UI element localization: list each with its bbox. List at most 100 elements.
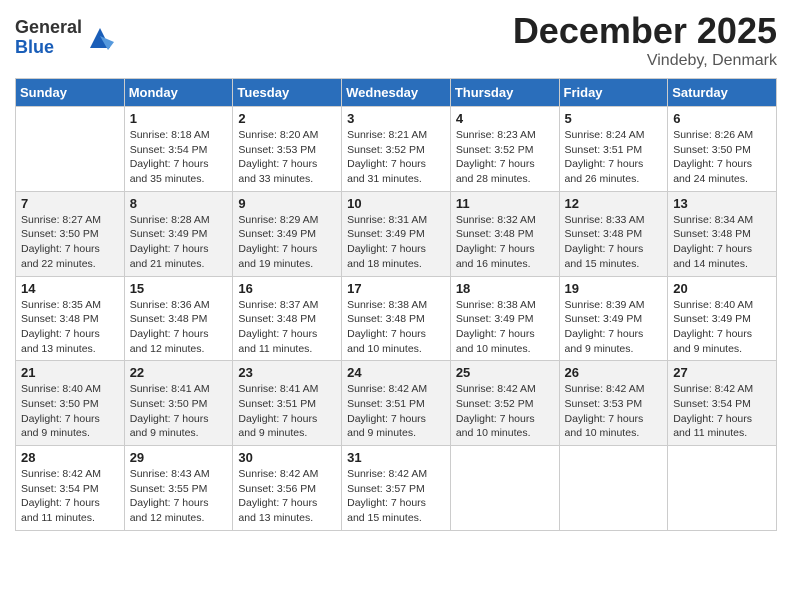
day-info: Sunrise: 8:36 AM Sunset: 3:48 PM Dayligh…	[130, 298, 228, 357]
month-title: December 2025	[513, 10, 777, 52]
calendar-cell: 12 Sunrise: 8:33 AM Sunset: 3:48 PM Dayli…	[559, 191, 668, 276]
calendar-cell: 28Sunrise: 8:42 AM Sunset: 3:54 PM Dayli…	[16, 446, 125, 531]
day-info: Sunrise: 8:42 AM Sunset: 3:56 PM Dayligh…	[238, 467, 336, 526]
day-info: Sunrise: 8:34 AM Sunset: 3:48 PM Dayligh…	[673, 213, 771, 272]
day-number: 23	[238, 365, 336, 380]
day-number: 15	[130, 281, 228, 296]
logo-blue-text: Blue	[15, 38, 82, 58]
header-cell-monday: Monday	[124, 79, 233, 107]
day-number: 18	[456, 281, 554, 296]
day-info: Sunrise: 8:33 AM Sunset: 3:48 PM Dayligh…	[565, 213, 663, 272]
calendar-cell: 1Sunrise: 8:18 AM Sunset: 3:54 PM Daylig…	[124, 107, 233, 192]
calendar-week-3: 14Sunrise: 8:35 AM Sunset: 3:48 PM Dayli…	[16, 276, 777, 361]
calendar-cell: 9 Sunrise: 8:29 AM Sunset: 3:49 PM Daylig…	[233, 191, 342, 276]
day-number: 31	[347, 450, 445, 465]
day-info: Sunrise: 8:39 AM Sunset: 3:49 PM Dayligh…	[565, 298, 663, 357]
day-number: 26	[565, 365, 663, 380]
day-info: Sunrise: 8:42 AM Sunset: 3:53 PM Dayligh…	[565, 382, 663, 441]
calendar-cell: 15 Sunrise: 8:36 AM Sunset: 3:48 PM Dayli…	[124, 276, 233, 361]
day-number: 7	[21, 196, 119, 211]
header: General Blue December 2025 Vindeby, Denm…	[15, 10, 777, 70]
calendar-cell: 25 Sunrise: 8:42 AM Sunset: 3:52 PM Dayli…	[450, 361, 559, 446]
day-info: Sunrise: 8:38 AM Sunset: 3:48 PM Dayligh…	[347, 298, 445, 357]
header-cell-sunday: Sunday	[16, 79, 125, 107]
day-info: Sunrise: 8:42 AM Sunset: 3:52 PM Dayligh…	[456, 382, 554, 441]
calendar-cell: 17 Sunrise: 8:38 AM Sunset: 3:48 PM Dayli…	[342, 276, 451, 361]
day-info: Sunrise: 8:18 AM Sunset: 3:54 PM Dayligh…	[130, 128, 228, 187]
day-number: 16	[238, 281, 336, 296]
day-number: 20	[673, 281, 771, 296]
day-number: 6	[673, 111, 771, 126]
calendar-cell: 4 Sunrise: 8:23 AM Sunset: 3:52 PM Daylig…	[450, 107, 559, 192]
calendar-cell: 23 Sunrise: 8:41 AM Sunset: 3:51 PM Dayli…	[233, 361, 342, 446]
calendar-week-2: 7 Sunrise: 8:27 AM Sunset: 3:50 PM Daylig…	[16, 191, 777, 276]
calendar-cell: 31 Sunrise: 8:42 AM Sunset: 3:57 PM Dayli…	[342, 446, 451, 531]
calendar-cell: 11 Sunrise: 8:32 AM Sunset: 3:48 PM Dayli…	[450, 191, 559, 276]
day-info: Sunrise: 8:29 AM Sunset: 3:49 PM Dayligh…	[238, 213, 336, 272]
day-number: 21	[21, 365, 119, 380]
location-subtitle: Vindeby, Denmark	[513, 52, 777, 70]
day-info: Sunrise: 8:42 AM Sunset: 3:51 PM Dayligh…	[347, 382, 445, 441]
day-number: 10	[347, 196, 445, 211]
day-info: Sunrise: 8:24 AM Sunset: 3:51 PM Dayligh…	[565, 128, 663, 187]
calendar-cell: 22 Sunrise: 8:41 AM Sunset: 3:50 PM Dayli…	[124, 361, 233, 446]
calendar-cell	[16, 107, 125, 192]
day-info: Sunrise: 8:40 AM Sunset: 3:50 PM Dayligh…	[21, 382, 119, 441]
day-info: Sunrise: 8:43 AM Sunset: 3:55 PM Dayligh…	[130, 467, 228, 526]
day-info: Sunrise: 8:41 AM Sunset: 3:51 PM Dayligh…	[238, 382, 336, 441]
header-cell-thursday: Thursday	[450, 79, 559, 107]
day-number: 12	[565, 196, 663, 211]
calendar-cell: 14Sunrise: 8:35 AM Sunset: 3:48 PM Dayli…	[16, 276, 125, 361]
day-number: 19	[565, 281, 663, 296]
day-info: Sunrise: 8:21 AM Sunset: 3:52 PM Dayligh…	[347, 128, 445, 187]
day-number: 5	[565, 111, 663, 126]
calendar-cell: 26 Sunrise: 8:42 AM Sunset: 3:53 PM Dayli…	[559, 361, 668, 446]
day-info: Sunrise: 8:41 AM Sunset: 3:50 PM Dayligh…	[130, 382, 228, 441]
calendar-week-1: 1Sunrise: 8:18 AM Sunset: 3:54 PM Daylig…	[16, 107, 777, 192]
day-number: 2	[238, 111, 336, 126]
calendar-cell: 27Sunrise: 8:42 AM Sunset: 3:54 PM Dayli…	[668, 361, 777, 446]
day-info: Sunrise: 8:31 AM Sunset: 3:49 PM Dayligh…	[347, 213, 445, 272]
logo-icon	[86, 24, 114, 52]
day-info: Sunrise: 8:37 AM Sunset: 3:48 PM Dayligh…	[238, 298, 336, 357]
day-number: 29	[130, 450, 228, 465]
day-number: 28	[21, 450, 119, 465]
calendar-cell: 18Sunrise: 8:38 AM Sunset: 3:49 PM Dayli…	[450, 276, 559, 361]
day-number: 17	[347, 281, 445, 296]
header-cell-friday: Friday	[559, 79, 668, 107]
calendar-cell: 19 Sunrise: 8:39 AM Sunset: 3:49 PM Dayli…	[559, 276, 668, 361]
calendar-cell: 29 Sunrise: 8:43 AM Sunset: 3:55 PM Dayli…	[124, 446, 233, 531]
day-number: 13	[673, 196, 771, 211]
header-cell-tuesday: Tuesday	[233, 79, 342, 107]
calendar-cell: 6Sunrise: 8:26 AM Sunset: 3:50 PM Daylig…	[668, 107, 777, 192]
day-number: 4	[456, 111, 554, 126]
day-info: Sunrise: 8:27 AM Sunset: 3:50 PM Dayligh…	[21, 213, 119, 272]
day-number: 25	[456, 365, 554, 380]
day-number: 30	[238, 450, 336, 465]
calendar-cell: 7 Sunrise: 8:27 AM Sunset: 3:50 PM Daylig…	[16, 191, 125, 276]
logo-general-text: General	[15, 18, 82, 38]
calendar-cell: 21 Sunrise: 8:40 AM Sunset: 3:50 PM Dayli…	[16, 361, 125, 446]
calendar-week-5: 28Sunrise: 8:42 AM Sunset: 3:54 PM Dayli…	[16, 446, 777, 531]
calendar-body: 1Sunrise: 8:18 AM Sunset: 3:54 PM Daylig…	[16, 107, 777, 531]
day-info: Sunrise: 8:23 AM Sunset: 3:52 PM Dayligh…	[456, 128, 554, 187]
day-number: 11	[456, 196, 554, 211]
day-number: 24	[347, 365, 445, 380]
calendar-cell: 20 Sunrise: 8:40 AM Sunset: 3:49 PM Dayli…	[668, 276, 777, 361]
header-cell-saturday: Saturday	[668, 79, 777, 107]
day-number: 9	[238, 196, 336, 211]
day-info: Sunrise: 8:32 AM Sunset: 3:48 PM Dayligh…	[456, 213, 554, 272]
day-number: 3	[347, 111, 445, 126]
calendar-cell: 13 Sunrise: 8:34 AM Sunset: 3:48 PM Dayli…	[668, 191, 777, 276]
day-info: Sunrise: 8:40 AM Sunset: 3:49 PM Dayligh…	[673, 298, 771, 357]
calendar-week-4: 21 Sunrise: 8:40 AM Sunset: 3:50 PM Dayli…	[16, 361, 777, 446]
day-number: 22	[130, 365, 228, 380]
calendar-cell: 3 Sunrise: 8:21 AM Sunset: 3:52 PM Daylig…	[342, 107, 451, 192]
day-number: 27	[673, 365, 771, 380]
calendar-table: SundayMondayTuesdayWednesdayThursdayFrid…	[15, 78, 777, 531]
header-cell-wednesday: Wednesday	[342, 79, 451, 107]
day-info: Sunrise: 8:42 AM Sunset: 3:57 PM Dayligh…	[347, 467, 445, 526]
day-number: 14	[21, 281, 119, 296]
calendar-cell: 2Sunrise: 8:20 AM Sunset: 3:53 PM Daylig…	[233, 107, 342, 192]
calendar-header: SundayMondayTuesdayWednesdayThursdayFrid…	[16, 79, 777, 107]
